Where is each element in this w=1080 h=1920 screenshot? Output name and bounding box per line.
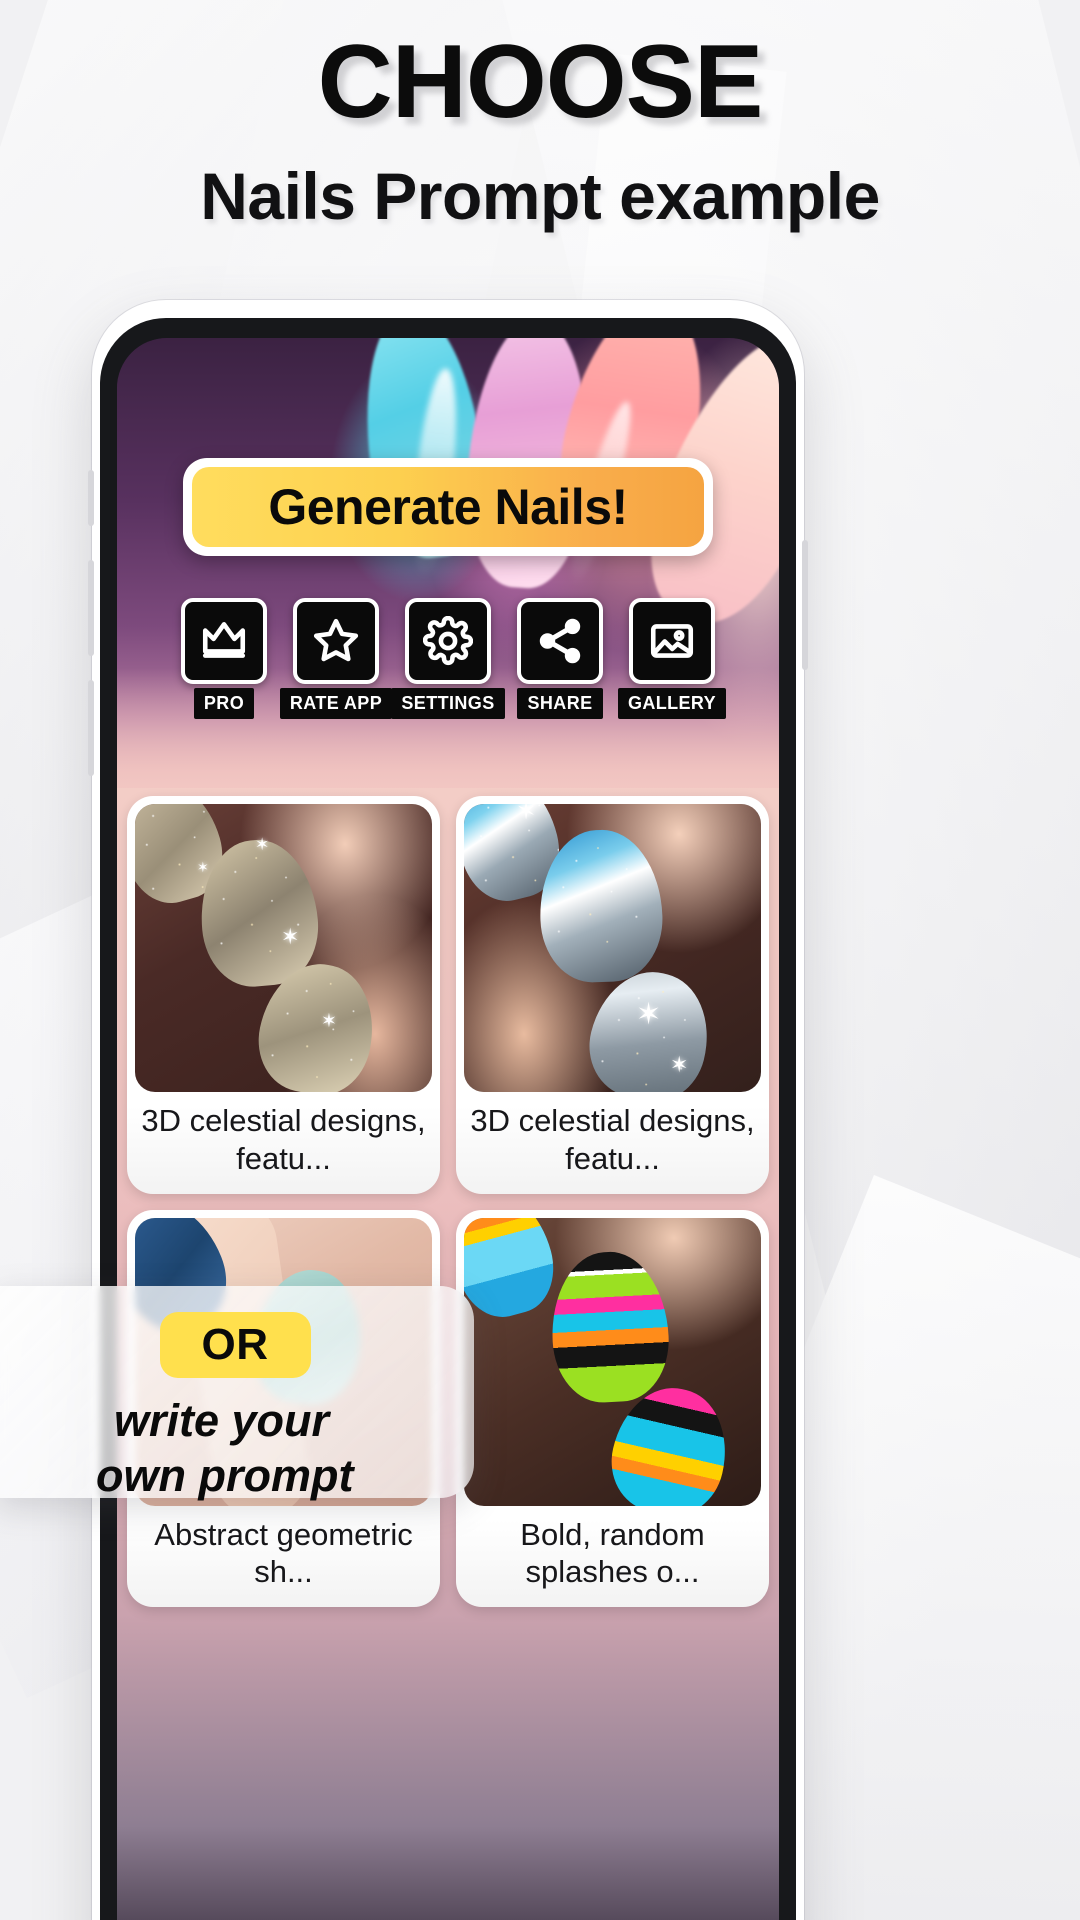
toolbar-label-share: SHARE [517, 688, 603, 719]
hero-nail-photo [117, 338, 779, 818]
phone-volume-down-button [88, 680, 94, 776]
image-icon [629, 598, 715, 684]
prompt-card-caption: Abstract geometric sh... [154, 1516, 413, 1590]
toolbar-item-pro[interactable]: PRO [176, 598, 272, 719]
generate-button-frame: Generate Nails! [183, 458, 713, 556]
prompt-card-caption: 3D celestial designs, featu... [470, 1103, 755, 1176]
toolbar-item-settings[interactable]: SETTINGS [391, 598, 505, 719]
gear-icon [405, 598, 491, 684]
headline-block: CHOOSE Nails Prompt example [0, 26, 1080, 233]
prompt-card-image: ✶ ✶ ✶ [464, 804, 761, 1092]
share-icon [517, 598, 603, 684]
phone-volume-up-button [88, 560, 94, 656]
crown-icon [181, 598, 267, 684]
phone-side-button [88, 470, 94, 526]
or-badge: OR [159, 1312, 311, 1378]
nail-art-thumbnail: ✶ ✶ ✶ ✶ [135, 804, 432, 1092]
write-own-prompt-callout: OR write your own prompt [0, 1286, 474, 1501]
page-title: CHOOSE [317, 24, 764, 140]
phone-power-button [802, 540, 808, 670]
callout-line-1: write your [114, 1395, 330, 1446]
prompt-card[interactable]: ✶ ✶ ✶ ✶ 3D celestial designs, featu... [127, 796, 440, 1194]
nail-art-thumbnail: ✶ ✶ ✶ [464, 804, 761, 1092]
star-icon [293, 598, 379, 684]
prompt-card-image [464, 1217, 761, 1506]
page-subtitle: Nails Prompt example [200, 159, 880, 234]
prompt-card-caption: Bold, random splashes o... [520, 1516, 705, 1590]
toolbar-label-pro: PRO [193, 688, 255, 719]
toolbar-label-gallery: GALLERY [617, 688, 727, 719]
prompt-card[interactable]: ✶ ✶ ✶ 3D celestial designs, featu... [456, 796, 769, 1194]
prompt-card[interactable]: Bold, random splashes o... [456, 1209, 769, 1608]
prompt-card-caption: 3D celestial designs, featu... [141, 1103, 426, 1176]
toolbar: PRO RATE APP SETTINGS SHARE GALLERY [117, 598, 779, 719]
phone-screen: Generate Nails! PRO RATE APP SETTINGS SH… [117, 338, 779, 1920]
generate-nails-button[interactable]: Generate Nails! [192, 467, 704, 547]
toolbar-item-share[interactable]: SHARE [512, 598, 608, 719]
callout-line-2: own prompt [96, 1450, 354, 1502]
toolbar-label-settings: SETTINGS [391, 688, 505, 719]
prompt-card-image: ✶ ✶ ✶ ✶ [135, 804, 432, 1092]
toolbar-label-rate-app: RATE APP [279, 688, 393, 719]
toolbar-item-gallery[interactable]: GALLERY [617, 598, 727, 719]
nail-art-thumbnail [464, 1217, 761, 1506]
toolbar-item-rate-app[interactable]: RATE APP [279, 598, 393, 719]
